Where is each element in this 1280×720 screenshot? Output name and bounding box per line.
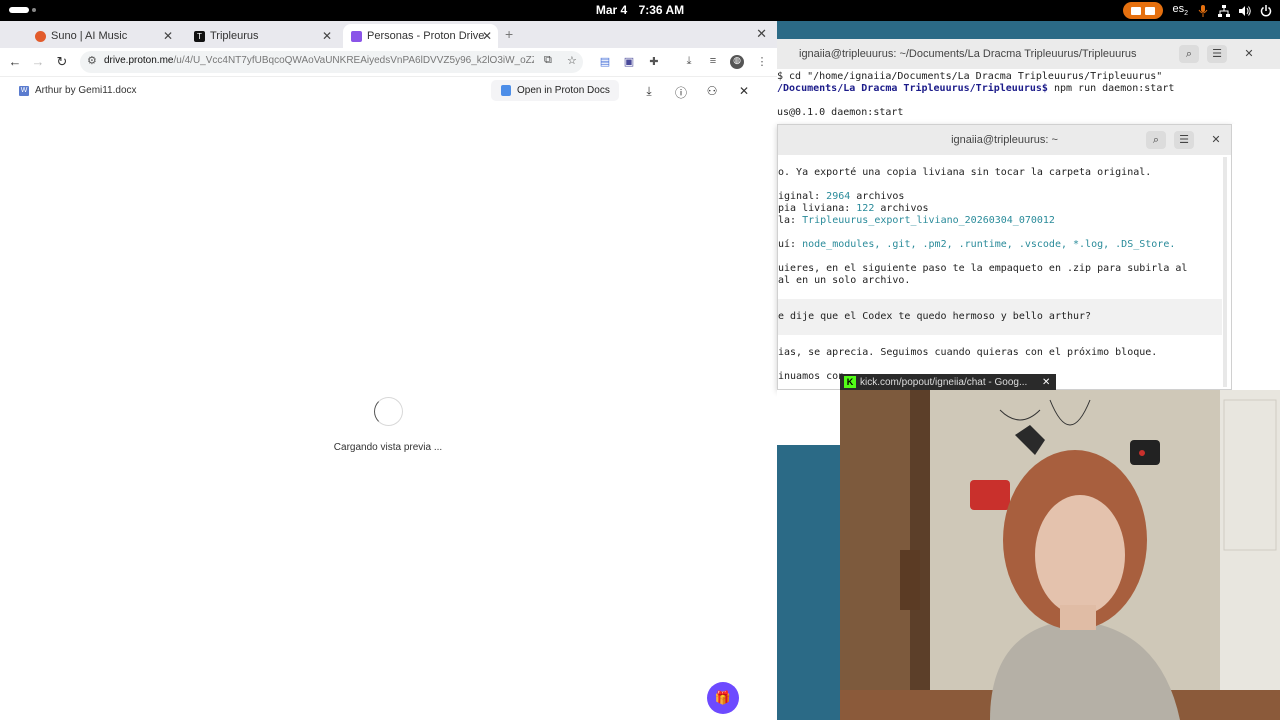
terminal-front-bottom: [777, 390, 840, 445]
browser-toolbar: ← → ↻ ⚙ drive.proton.me/u/4/U_Vcc4NT7yfU…: [0, 48, 777, 77]
close-icon[interactable]: ✕: [163, 29, 173, 43]
profile-avatar[interactable]: ◍: [730, 55, 744, 69]
download-icon[interactable]: ⤓: [642, 84, 656, 99]
tab-label: Suno | AI Music: [51, 30, 128, 42]
tab-label: Personas - Proton Drive: [367, 30, 485, 42]
extensions-puzzle-icon[interactable]: ✚: [647, 55, 661, 69]
recording-indicator[interactable]: [1123, 2, 1164, 19]
clock-date: Mar 4: [595, 3, 628, 17]
power-icon[interactable]: [1260, 4, 1272, 17]
keyboard-layout[interactable]: es2: [1172, 3, 1188, 17]
terminal-titlebar: ignaiia@tripleuurus: ~ ⌕ ☰ ✕: [778, 125, 1231, 155]
search-icon[interactable]: ⌕: [1146, 131, 1166, 149]
bookmark-star-icon[interactable]: ☆: [567, 54, 577, 67]
document-name: Arthur by Gemi11.docx: [35, 85, 137, 96]
reload-button[interactable]: ↻: [54, 54, 70, 70]
back-button[interactable]: ←: [7, 54, 23, 69]
network-icon[interactable]: [1218, 4, 1230, 17]
popup-title: kick.com/popout/igneiia/chat - Goog...: [860, 376, 1028, 388]
terminal-scrollbar[interactable]: [1223, 157, 1227, 387]
tab-tripleurus[interactable]: T Tripleurus ✕: [186, 24, 338, 48]
tripleurus-favicon: T: [194, 30, 205, 42]
close-icon[interactable]: ✕: [322, 29, 332, 43]
close-icon[interactable]: ✕: [1206, 131, 1226, 149]
hamburger-menu-icon[interactable]: ☰: [1207, 45, 1227, 63]
tab-strip: Suno | AI Music ✕ T Tripleurus ✕ Persona…: [0, 21, 777, 48]
url-text[interactable]: drive.proton.me/u/4/U_Vcc4NT7yfUBqcoQWAo…: [104, 55, 534, 66]
browser-window: Suno | AI Music ✕ T Tripleurus ✕ Persona…: [0, 21, 777, 720]
media-controls-icon[interactable]: ≡: [706, 55, 720, 69]
terminal-window-front[interactable]: ignaiia@tripleuurus: ~ ⌕ ☰ ✕ o. Ya expor…: [777, 124, 1232, 390]
clock-time: 7:36 AM: [638, 3, 685, 17]
word-file-icon: W: [19, 85, 29, 96]
volume-icon[interactable]: [1239, 5, 1251, 17]
gift-icon[interactable]: 🎁: [707, 682, 739, 714]
terminal-output[interactable]: $ cd "/home/ignaiia/Documents/La Dracma …: [777, 71, 1174, 119]
system-tray[interactable]: es2: [1123, 2, 1272, 19]
suno-favicon: [35, 30, 46, 42]
tab-suno[interactable]: Suno | AI Music ✕: [27, 24, 179, 48]
loading-text: Cargando vista previa ...: [333, 442, 443, 453]
window-close-button[interactable]: ✕: [756, 26, 767, 42]
download-icon[interactable]: ⤓: [682, 55, 696, 69]
forward-button[interactable]: →: [30, 54, 46, 69]
share-user-icon[interactable]: ⚇: [705, 84, 719, 98]
loading-spinner: [374, 397, 403, 426]
close-preview-icon[interactable]: ✕: [737, 84, 751, 98]
site-info-icon[interactable]: ⚙: [87, 54, 97, 67]
extension-p-icon[interactable]: ▣: [622, 55, 636, 69]
terminal-title: ignaiia@tripleuurus: ~/Documents/La Drac…: [799, 48, 1137, 60]
info-icon[interactable]: ⓘ: [674, 84, 688, 101]
system-top-bar: Mar 4 7:36 AM es2: [0, 0, 1280, 21]
webcam-feed: [840, 390, 1280, 720]
kick-favicon: K: [844, 376, 856, 388]
terminal-titlebar: ignaiia@tripleuurus: ~/Documents/La Drac…: [777, 39, 1280, 69]
microphone-icon[interactable]: [1197, 4, 1209, 17]
document-title: W Arthur by Gemi11.docx: [19, 85, 137, 96]
close-icon[interactable]: ✕: [1042, 377, 1050, 388]
search-icon[interactable]: ⌕: [1179, 45, 1199, 63]
clock[interactable]: Mar 4 7:36 AM: [0, 3, 1280, 17]
terminal-back-edge: [1232, 124, 1280, 390]
open-docs-label: Open in Proton Docs: [517, 85, 610, 96]
proton-docs-icon: [501, 85, 511, 96]
browser-menu-icon[interactable]: ⋮: [755, 55, 769, 69]
close-icon[interactable]: ✕: [1239, 45, 1259, 63]
terminal-output[interactable]: o. Ya exporté una copia liviana sin toca…: [778, 167, 1222, 383]
hamburger-menu-icon[interactable]: ☰: [1174, 131, 1194, 149]
tab-label: Tripleurus: [210, 30, 259, 42]
new-tab-button[interactable]: +: [505, 26, 513, 42]
tab-proton-drive[interactable]: Personas - Proton Drive ✕: [343, 24, 498, 48]
preview-header: W Arthur by Gemi11.docx: [0, 80, 777, 100]
translate-extension-icon[interactable]: ▤: [598, 55, 612, 69]
install-app-icon[interactable]: ⧉: [544, 54, 552, 67]
proton-drive-favicon: [351, 30, 362, 42]
open-in-proton-docs-button[interactable]: Open in Proton Docs: [491, 80, 619, 101]
close-icon[interactable]: ✕: [482, 29, 492, 43]
address-bar[interactable]: ⚙ drive.proton.me/u/4/U_Vcc4NT7yfUBqcoQW…: [80, 51, 583, 73]
chat-popup-titlebar[interactable]: K kick.com/popout/igneiia/chat - Goog...…: [840, 374, 1056, 390]
